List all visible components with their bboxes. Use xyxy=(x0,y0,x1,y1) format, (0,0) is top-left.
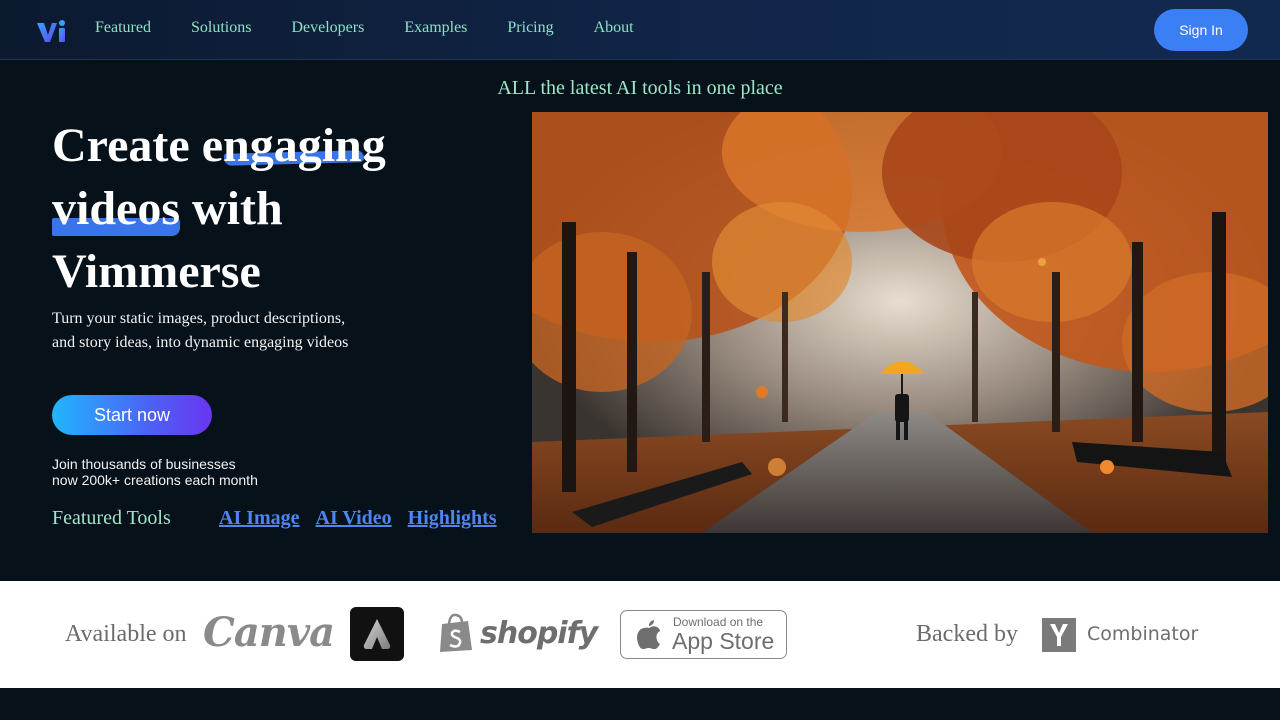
apple-icon xyxy=(637,620,660,650)
adobe-express-icon[interactable] xyxy=(350,607,404,661)
canva-logo[interactable]: Canva xyxy=(203,609,335,656)
hero-subtext: Turn your static images, product descrip… xyxy=(52,310,349,351)
headline-word-with: with xyxy=(192,182,283,235)
tool-link-ai-video[interactable]: AI Video xyxy=(316,507,392,530)
nav-link-featured[interactable]: Featured xyxy=(95,19,151,37)
tool-link-highlights[interactable]: Highlights xyxy=(408,507,497,530)
featured-tools-label: Featured Tools xyxy=(52,507,171,529)
app-store-badge[interactable]: Download on the App Store xyxy=(620,610,787,659)
nav-link-developers[interactable]: Developers xyxy=(291,19,364,37)
autumn-park-umbrella-image xyxy=(532,112,1268,533)
partner-logo-strip: Available on Canva shopify Download on t… xyxy=(0,581,1280,688)
hero-headline: Create engaging videos with Vimmerse xyxy=(52,114,492,303)
vimmerse-logo-icon[interactable] xyxy=(36,18,68,44)
sign-in-button[interactable]: Sign In xyxy=(1154,9,1248,51)
tool-link-ai-image[interactable]: AI Image xyxy=(219,507,300,530)
headline-word-vimmerse: Vimmerse xyxy=(52,245,261,298)
app-store-big-text: App Store xyxy=(672,628,775,654)
join-line-1: Join thousands of businesses xyxy=(52,456,236,472)
nav-links: Featured Solutions Developers Examples P… xyxy=(95,19,674,37)
shopify-bag-icon xyxy=(440,613,472,652)
shopify-logo[interactable]: shopify xyxy=(438,611,598,655)
backed-by-label: Backed by xyxy=(916,621,1018,647)
featured-tool-links: AI Image AI Video Highlights xyxy=(219,507,513,530)
nav-link-pricing[interactable]: Pricing xyxy=(507,19,553,37)
app-store-small-text: Download on the xyxy=(673,615,764,629)
top-navbar: Featured Solutions Developers Examples P… xyxy=(0,0,1280,60)
ycombinator-wordmark[interactable]: Combinator xyxy=(1087,623,1198,645)
nav-link-examples[interactable]: Examples xyxy=(404,19,467,37)
start-now-button[interactable]: Start now xyxy=(52,395,212,435)
headline-word-engaging: engaging xyxy=(202,114,386,177)
headline-word-videos: videos xyxy=(52,177,181,240)
nav-link-about[interactable]: About xyxy=(594,19,634,37)
headline-word-create: Create xyxy=(52,119,190,172)
available-on-label: Available on xyxy=(65,621,187,647)
join-text: Join thousands of businesses now 200k+ c… xyxy=(52,456,312,488)
shopify-wordmark: shopify xyxy=(480,615,598,651)
join-line-2: now 200k+ creations each month xyxy=(52,472,258,488)
nav-link-solutions[interactable]: Solutions xyxy=(191,19,251,37)
tagline: ALL the latest AI tools in one place xyxy=(497,77,783,99)
ycombinator-logo-icon[interactable] xyxy=(1042,618,1076,652)
